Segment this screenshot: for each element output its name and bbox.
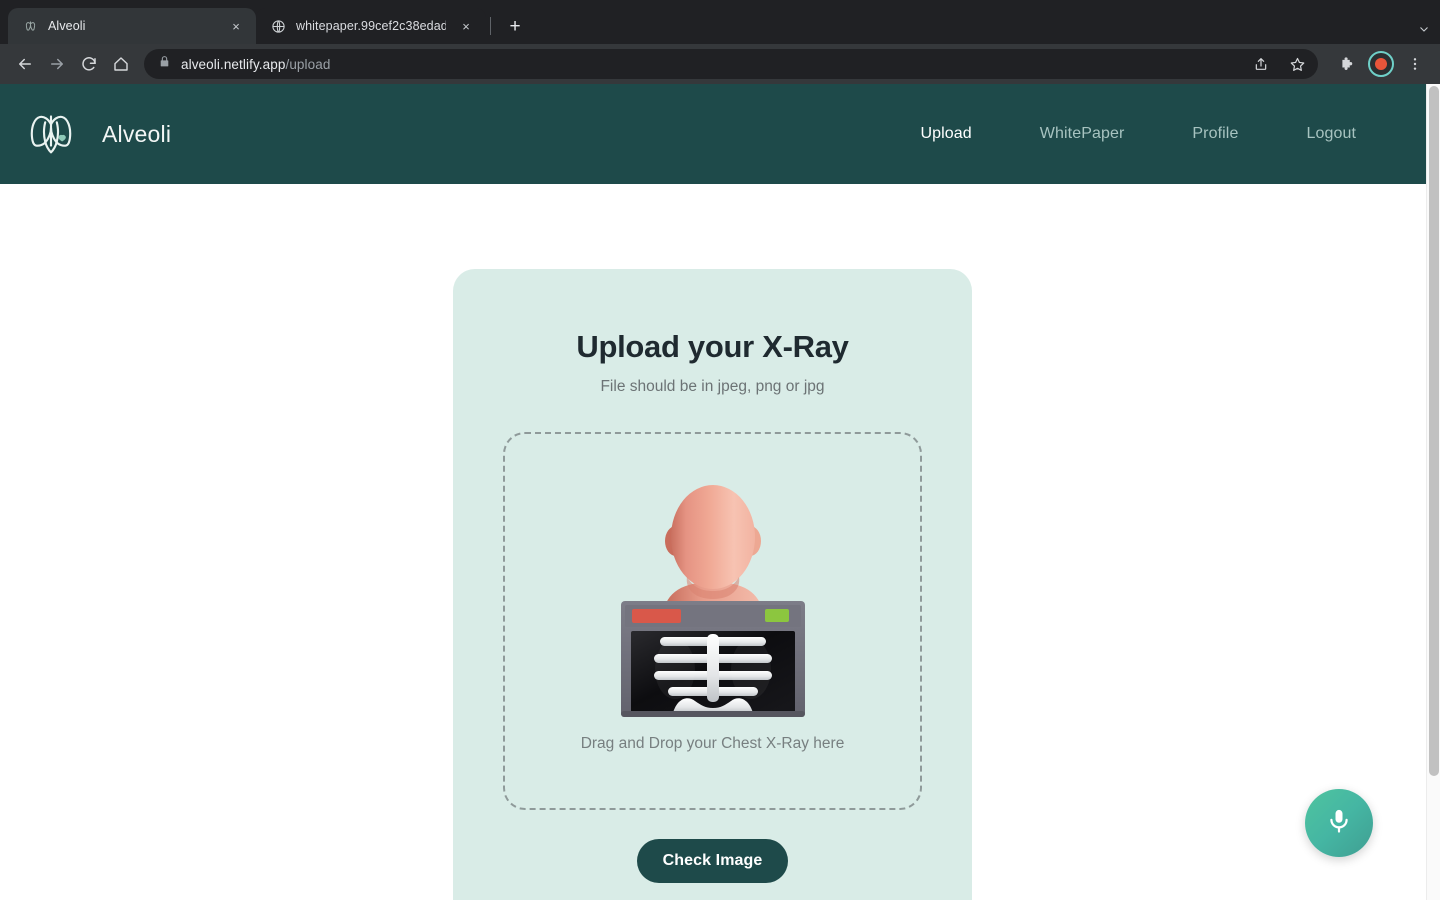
- brand[interactable]: Alveoli: [20, 101, 171, 168]
- browser-tab-alveoli[interactable]: Alveoli ×: [8, 8, 256, 44]
- address-bar[interactable]: alveoli.netlify.app/upload: [144, 49, 1318, 79]
- tab-title: whitepaper.99cef2c38edad9e: [296, 19, 446, 33]
- browser-window: Alveoli × whitepaper.99cef2c38edad9e × +: [0, 0, 1440, 900]
- url-host: alveoli.netlify.app: [181, 56, 286, 72]
- xray-viewer-illustration: [613, 479, 813, 719]
- url-text: alveoli.netlify.app/upload: [181, 57, 330, 72]
- back-arrow-icon[interactable]: [10, 49, 40, 79]
- home-icon[interactable]: [106, 49, 136, 79]
- chevron-down-icon[interactable]: [1418, 23, 1430, 38]
- tabstrip-right-controls: [1418, 23, 1430, 38]
- page-title: Upload your X-Ray: [576, 329, 849, 364]
- page-scrollbar[interactable]: [1426, 84, 1440, 900]
- close-icon[interactable]: ×: [456, 16, 476, 36]
- check-image-button[interactable]: Check Image: [636, 839, 789, 883]
- kebab-menu-icon[interactable]: [1400, 49, 1430, 79]
- avatar-icon[interactable]: [1368, 51, 1394, 77]
- main-nav: Upload WhitePaper Profile Logout: [852, 117, 1356, 151]
- nav-item-profile[interactable]: Profile: [1192, 117, 1238, 151]
- page-viewport: Alveoli Upload WhitePaper Profile Logout…: [0, 84, 1440, 900]
- new-tab-button[interactable]: +: [501, 12, 529, 40]
- tab-strip: Alveoli × whitepaper.99cef2c38edad9e × +: [0, 0, 1440, 44]
- nav-item-upload[interactable]: Upload: [920, 117, 971, 151]
- browser-tab-whitepaper[interactable]: whitepaper.99cef2c38edad9e ×: [256, 8, 486, 44]
- web-page: Alveoli Upload WhitePaper Profile Logout…: [0, 84, 1426, 900]
- avatar: [1375, 58, 1387, 70]
- forward-arrow-icon[interactable]: [42, 49, 72, 79]
- lungs-icon: [22, 18, 38, 34]
- dropzone-instructions: Drag and Drop your Chest X-Ray here: [580, 735, 845, 752]
- close-icon[interactable]: ×: [226, 16, 246, 36]
- voice-assistant-button[interactable]: [1305, 789, 1373, 857]
- toolbar-right-controls: [1328, 49, 1430, 79]
- brand-name: Alveoli: [102, 120, 172, 147]
- puzzle-icon[interactable]: [1332, 49, 1362, 79]
- microphone-icon: [1325, 807, 1353, 840]
- file-format-hint: File should be in jpeg, png or jpg: [600, 378, 825, 395]
- nav-item-whitepaper[interactable]: WhitePaper: [1040, 117, 1125, 151]
- lock-icon: [158, 55, 171, 73]
- tab-title: Alveoli: [48, 19, 86, 33]
- browser-toolbar: alveoli.netlify.app/upload: [0, 44, 1440, 84]
- app-header: Alveoli Upload WhitePaper Profile Logout: [0, 84, 1426, 184]
- upload-card: Upload your X-Ray File should be in jpeg…: [453, 269, 972, 900]
- globe-icon: [270, 18, 286, 34]
- omnibox-actions: [1246, 49, 1312, 79]
- lungs-logo-icon: [20, 101, 82, 168]
- nav-item-logout[interactable]: Logout: [1306, 117, 1356, 151]
- scrollbar-thumb[interactable]: [1429, 86, 1439, 776]
- reload-icon[interactable]: [74, 49, 104, 79]
- tab-separator: [490, 17, 491, 35]
- url-path: /upload: [285, 56, 331, 72]
- star-icon[interactable]: [1282, 49, 1312, 79]
- dropzone[interactable]: Drag and Drop your Chest X-Ray here: [503, 432, 922, 810]
- share-icon[interactable]: [1246, 49, 1276, 79]
